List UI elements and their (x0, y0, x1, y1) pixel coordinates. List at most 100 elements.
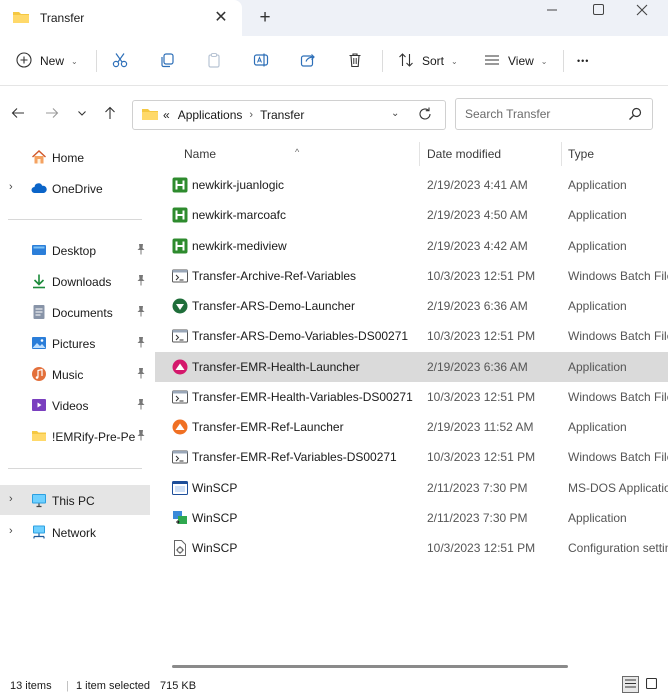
breadcrumb-applications[interactable]: Applications (178, 108, 243, 122)
new-button[interactable]: New ⌄ (16, 46, 78, 76)
chevron-right-icon[interactable]: › (9, 525, 13, 537)
sidebar-item-videos[interactable]: Videos (0, 390, 150, 420)
this-pc-icon (31, 492, 47, 508)
sidebar-item-pictures[interactable]: Pictures (0, 328, 150, 358)
details-view-button[interactable] (622, 676, 639, 693)
file-type: Application (568, 510, 627, 525)
file-name: Transfer-ARS-Demo-Launcher (192, 299, 355, 313)
tab-transfer[interactable]: Transfer ✕ (0, 0, 242, 36)
file-row[interactable]: newkirk-marcoafc 2/19/2023 4:50 AM Applica… (155, 200, 668, 230)
sidebar-item-label: Desktop (52, 244, 97, 258)
delete-button[interactable] (347, 46, 363, 76)
view-button[interactable]: View ⌄ (484, 46, 548, 76)
copy-icon (159, 52, 175, 71)
file-row[interactable]: Transfer-Archive-Ref-Variables 10/3/2023 … (155, 261, 668, 291)
cloud-icon (31, 180, 47, 196)
pin-icon[interactable] (136, 243, 146, 258)
new-tab-button[interactable]: + (254, 7, 276, 29)
file-row[interactable]: Transfer-EMR-Health-Variables-DS00271 10/… (155, 382, 668, 412)
file-row[interactable]: Transfer-EMR-Health-Launcher 2/19/2023 6:… (155, 351, 668, 382)
horizontal-scrollbar[interactable] (172, 665, 568, 668)
minimize-button[interactable] (530, 0, 574, 22)
pin-icon[interactable] (136, 398, 146, 413)
sidebar-item-label: Videos (52, 399, 89, 413)
network-icon (31, 524, 47, 540)
tab-close-icon[interactable]: ✕ (212, 9, 230, 27)
column-headers: Name ^ Date modified Type (155, 140, 668, 168)
sidebar-item-documents[interactable]: Documents (0, 297, 150, 327)
breadcrumb-transfer[interactable]: Transfer (260, 108, 304, 122)
divider (382, 50, 383, 72)
file-type: MS-DOS Application (568, 480, 668, 495)
sort-button[interactable]: Sort ⌄ (398, 46, 458, 76)
selection-count: 1 item selected (76, 680, 150, 692)
pin-icon[interactable] (136, 336, 146, 351)
file-name: newkirk-marcoafc (192, 208, 287, 223)
file-date-modified: 10/3/2023 12:51 PM (427, 329, 536, 344)
rename-button[interactable] (253, 46, 269, 76)
close-window-button[interactable] (620, 0, 664, 22)
file-name: WinSCP (192, 480, 238, 495)
sidebar-item-music[interactable]: Music (0, 359, 150, 389)
search-input[interactable] (456, 99, 616, 129)
search-icon[interactable] (628, 107, 642, 124)
file-row[interactable]: WinSCP 10/3/2023 12:51 PM Configuration se… (155, 533, 668, 563)
file-row[interactable]: Transfer-EMR-Ref-Variables-DS00271 10/3/2… (155, 442, 668, 472)
chevron-right-icon[interactable]: › (9, 181, 13, 193)
sidebar-item-network[interactable]: › Network (0, 517, 150, 547)
overflow-crumbs-icon[interactable]: « (163, 108, 170, 122)
sidebar-item-label: Music (52, 368, 84, 382)
column-header-date[interactable]: Date modified (427, 147, 501, 161)
forward-button[interactable] (42, 104, 62, 124)
address-history-dropdown-icon[interactable]: ⌄ (391, 108, 399, 119)
close-icon (636, 4, 648, 19)
file-date-modified: 2/19/2023 6:36 AM (427, 359, 528, 374)
file-name: Transfer-EMR-Ref-Variables-DS00271 (192, 450, 397, 465)
sidebar-item-onedrive[interactable]: › OneDrive (0, 173, 150, 203)
sort-label: Sort (422, 54, 445, 68)
maximize-button[interactable] (576, 0, 620, 22)
address-bar[interactable]: « Applications › Transfer ⌄ (132, 100, 446, 130)
pin-icon[interactable] (136, 429, 146, 444)
file-row[interactable]: WinSCP 2/11/2023 7:30 PM Application (155, 503, 668, 533)
search-box[interactable] (455, 98, 653, 130)
file-row[interactable]: Transfer-EMR-Ref-Launcher 2/19/2023 11:52… (155, 412, 668, 442)
file-name: WinSCP (192, 541, 238, 555)
file-name: newkirk-mediview (192, 238, 287, 253)
column-header-type[interactable]: Type (568, 147, 594, 161)
emr-ref-launcher-icon (172, 419, 188, 435)
more-options-button[interactable]: ••• (577, 46, 589, 76)
file-type: Windows Batch File (568, 268, 668, 283)
chevron-down-icon: ⌄ (71, 56, 78, 66)
file-row[interactable]: newkirk-juanlogic 2/19/2023 4:41 AM Applic… (155, 170, 668, 200)
back-button[interactable] (8, 104, 28, 124)
recent-locations-button[interactable] (72, 104, 92, 124)
copy-button[interactable] (159, 46, 175, 76)
file-row[interactable]: Transfer-ARS-Demo-Variables-DS00271 10/3/… (155, 321, 668, 351)
tab-title: Transfer (40, 11, 85, 25)
up-button[interactable] (100, 104, 120, 124)
tiles-view-button[interactable] (643, 676, 660, 693)
file-row[interactable]: WinSCP 2/11/2023 7:30 PM MS-DOS Applicatio… (155, 473, 668, 503)
paste-button[interactable] (206, 46, 222, 76)
file-row[interactable]: newkirk-mediview 2/19/2023 4:42 AM Applica… (155, 231, 668, 261)
file-type: Application (568, 359, 627, 374)
sidebar-item-this-pc[interactable]: › This PC (0, 485, 150, 515)
sidebar-item-emrify-folder[interactable]: !EMRify-Pre-Pen (0, 421, 150, 451)
chevron-right-icon[interactable]: › (9, 493, 13, 505)
column-divider[interactable] (419, 142, 420, 166)
batch-file-icon (172, 328, 188, 344)
column-divider[interactable] (561, 142, 562, 166)
share-button[interactable] (300, 46, 316, 76)
pin-icon[interactable] (136, 367, 146, 382)
sidebar-item-home[interactable]: Home (0, 142, 150, 172)
pin-icon[interactable] (136, 305, 146, 320)
pin-icon[interactable] (136, 274, 146, 289)
sidebar-item-downloads[interactable]: Downloads (0, 266, 150, 296)
breadcrumb-separator-icon: › (249, 109, 254, 121)
column-header-name[interactable]: Name (184, 147, 216, 161)
file-row[interactable]: Transfer-ARS-Demo-Launcher 2/19/2023 6:36… (155, 291, 668, 321)
cut-button[interactable] (112, 46, 128, 76)
sidebar-item-desktop[interactable]: Desktop (0, 235, 150, 265)
refresh-icon[interactable] (417, 106, 433, 125)
